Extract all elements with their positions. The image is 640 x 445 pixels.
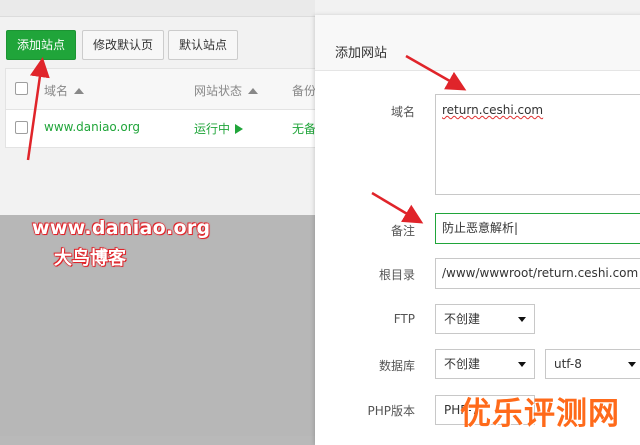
arrow-to-note (371, 191, 424, 224)
arrow-to-domain (405, 54, 467, 91)
annotation-arrows (26, 54, 467, 224)
arrow-to-add-site (26, 57, 50, 161)
